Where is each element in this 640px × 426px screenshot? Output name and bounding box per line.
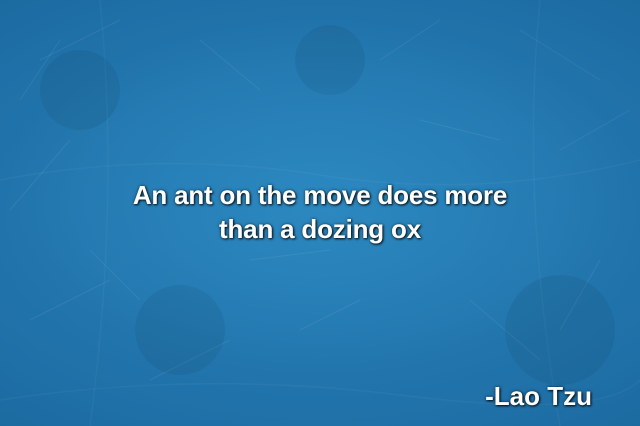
quote-card: An ant on the move does more than a dozi… <box>0 0 640 426</box>
quote-author: -Lao Tzu <box>485 381 592 411</box>
quote-line-1: An ant on the move does more <box>132 180 508 210</box>
quote-line-2: than a dozing ox <box>219 214 421 244</box>
quote-text: An ant on the move does more than a dozi… <box>0 178 640 246</box>
